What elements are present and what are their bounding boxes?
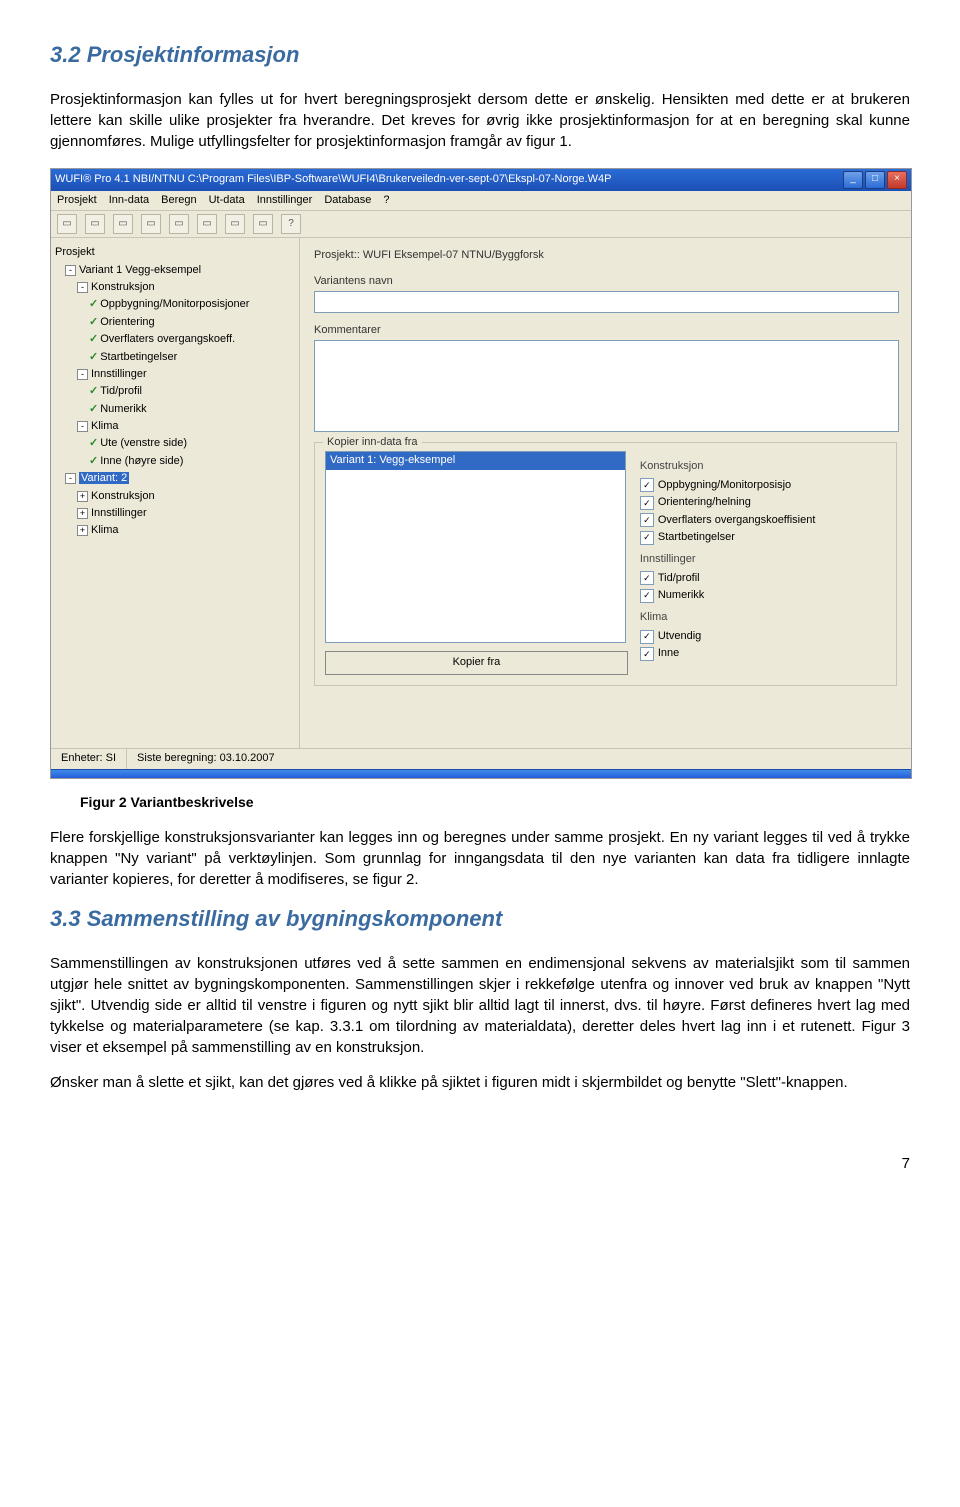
tree-variant-1[interactable]: -Variant 1 Vegg-eksempel bbox=[55, 262, 295, 279]
opt-utvendig: Utvendig bbox=[658, 629, 701, 644]
tree-orientering[interactable]: ✓Orientering bbox=[55, 314, 295, 331]
variant-name-label: Variantens navn bbox=[314, 274, 897, 289]
opt-oppbygning: Oppbygning/Monitorposisjo bbox=[658, 478, 791, 493]
chk-oppbygning[interactable]: ✓ bbox=[640, 478, 654, 492]
opt-startbetingelser: Startbetingelser bbox=[658, 530, 735, 545]
chk-overflater[interactable]: ✓ bbox=[640, 513, 654, 527]
tree-numerikk[interactable]: ✓Numerikk bbox=[55, 401, 295, 418]
status-siste-beregning: Siste beregning: 03.10.2007 bbox=[127, 749, 911, 769]
paragraph-after-figure: Flere forskjellige konstruksjonsvariante… bbox=[50, 827, 910, 890]
tree-konstruksjon-1[interactable]: -Konstruksjon bbox=[55, 279, 295, 296]
menu-help[interactable]: ? bbox=[383, 193, 389, 208]
kopier-legend: Kopier inn-data fra bbox=[323, 435, 422, 450]
form-panel: Prosjekt:: WUFI Eksempel-07 NTNU/Byggfor… bbox=[300, 238, 911, 748]
tree-ute[interactable]: ✓Ute (venstre side) bbox=[55, 435, 295, 452]
section-3-3-paragraph-1: Sammenstillingen av konstruksjonen utfør… bbox=[50, 953, 910, 1058]
opt-numerikk: Numerikk bbox=[658, 588, 704, 603]
section-3-2-heading: 3.2 Prosjektinformasjon bbox=[50, 40, 910, 71]
section-3-3-paragraph-2: Ønsker man å slette et sjikt, kan det gj… bbox=[50, 1072, 910, 1093]
tree-innstillinger-2[interactable]: +Innstillinger bbox=[55, 505, 295, 522]
toolbar: ▭ ▭ ▭ ▭ ▭ ▭ ▭ ▭ ? bbox=[51, 211, 911, 238]
tree-startbetingelser[interactable]: ✓Startbetingelser bbox=[55, 349, 295, 366]
tree-klima-1[interactable]: -Klima bbox=[55, 418, 295, 435]
toolbar-btn-9[interactable]: ? bbox=[281, 214, 301, 234]
page-number: 7 bbox=[50, 1153, 910, 1174]
window-title-text: WUFI® Pro 4.1 NBI/NTNU C:\Program Files\… bbox=[55, 172, 843, 187]
tree-variant-2[interactable]: -Variant: 2 bbox=[55, 470, 295, 487]
toolbar-btn-2[interactable]: ▭ bbox=[85, 214, 105, 234]
variant-name-input[interactable] bbox=[314, 291, 899, 313]
chk-tid-profil[interactable]: ✓ bbox=[640, 571, 654, 585]
tree-innstillinger-1[interactable]: -Innstillinger bbox=[55, 366, 295, 383]
toolbar-btn-5[interactable]: ▭ bbox=[169, 214, 189, 234]
variant-list-item[interactable]: Variant 1: Vegg-eksempel bbox=[326, 452, 625, 469]
kommentarer-textarea[interactable] bbox=[314, 340, 899, 432]
chk-orientering[interactable]: ✓ bbox=[640, 496, 654, 510]
menu-database[interactable]: Database bbox=[324, 193, 371, 208]
status-enheter: Enheter: SI bbox=[51, 749, 127, 769]
variant-listbox[interactable]: Variant 1: Vegg-eksempel bbox=[325, 451, 626, 643]
chk-numerikk[interactable]: ✓ bbox=[640, 589, 654, 603]
menu-inn-data[interactable]: Inn-data bbox=[109, 193, 149, 208]
section-3-3-heading: 3.3 Sammenstilling av bygningskomponent bbox=[50, 904, 910, 935]
tree-tid-profil[interactable]: ✓Tid/profil bbox=[55, 383, 295, 400]
project-label: Prosjekt:: WUFI Eksempel-07 NTNU/Byggfor… bbox=[314, 248, 897, 263]
opt-overflater: Overflaters overgangskoeffisient bbox=[658, 513, 816, 528]
maximize-button[interactable]: □ bbox=[865, 171, 885, 189]
close-button[interactable]: × bbox=[887, 171, 907, 189]
chk-startbetingelser[interactable]: ✓ bbox=[640, 531, 654, 545]
menu-innstillinger[interactable]: Innstillinger bbox=[257, 193, 313, 208]
window-titlebar: WUFI® Pro 4.1 NBI/NTNU C:\Program Files\… bbox=[51, 169, 911, 191]
windows-taskbar bbox=[51, 769, 911, 778]
tree-konstruksjon-2[interactable]: +Konstruksjon bbox=[55, 488, 295, 505]
tree-inne[interactable]: ✓Inne (høyre side) bbox=[55, 453, 295, 470]
kommentarer-label: Kommentarer bbox=[314, 323, 897, 338]
opt-orientering: Orientering/helning bbox=[658, 495, 751, 510]
project-tree[interactable]: Prosjekt -Variant 1 Vegg-eksempel -Konst… bbox=[51, 238, 300, 748]
cat-innstillinger-label: Innstillinger bbox=[640, 552, 886, 567]
cat-konstruksjon-label: Konstruksjon bbox=[640, 459, 886, 474]
menu-bar: Prosjekt Inn-data Beregn Ut-data Innstil… bbox=[51, 191, 911, 211]
tree-overflater[interactable]: ✓Overflaters overgangskoeff. bbox=[55, 331, 295, 348]
menu-ut-data[interactable]: Ut-data bbox=[209, 193, 245, 208]
minimize-button[interactable]: _ bbox=[843, 171, 863, 189]
cat-klima-label: Klima bbox=[640, 610, 886, 625]
menu-beregn[interactable]: Beregn bbox=[161, 193, 196, 208]
toolbar-btn-1[interactable]: ▭ bbox=[57, 214, 77, 234]
figure-2-caption: Figur 2 Variantbeskrivelse bbox=[80, 793, 910, 813]
chk-utvendig[interactable]: ✓ bbox=[640, 630, 654, 644]
toolbar-btn-6[interactable]: ▭ bbox=[197, 214, 217, 234]
toolbar-btn-8[interactable]: ▭ bbox=[253, 214, 273, 234]
kopier-fra-button[interactable]: Kopier fra bbox=[325, 651, 628, 675]
tree-root[interactable]: Prosjekt bbox=[55, 244, 295, 261]
opt-inne: Inne bbox=[658, 646, 679, 661]
status-bar: Enheter: SI Siste beregning: 03.10.2007 bbox=[51, 748, 911, 769]
tree-oppbygning[interactable]: ✓Oppbygning/Monitorposisjoner bbox=[55, 296, 295, 313]
toolbar-btn-7[interactable]: ▭ bbox=[225, 214, 245, 234]
toolbar-btn-4[interactable]: ▭ bbox=[141, 214, 161, 234]
wufi-app-window: WUFI® Pro 4.1 NBI/NTNU C:\Program Files\… bbox=[50, 168, 912, 779]
section-3-2-paragraph: Prosjektinformasjon kan fylles ut for hv… bbox=[50, 89, 910, 152]
copy-options-column: Konstruksjon ✓Oppbygning/Monitorposisjo … bbox=[636, 451, 886, 675]
toolbar-btn-3[interactable]: ▭ bbox=[113, 214, 133, 234]
menu-prosjekt[interactable]: Prosjekt bbox=[57, 193, 97, 208]
opt-tid-profil: Tid/profil bbox=[658, 571, 700, 586]
kopier-groupbox: Kopier inn-data fra Variant 1: Vegg-ekse… bbox=[314, 442, 897, 686]
tree-klima-2[interactable]: +Klima bbox=[55, 522, 295, 539]
chk-inne[interactable]: ✓ bbox=[640, 647, 654, 661]
